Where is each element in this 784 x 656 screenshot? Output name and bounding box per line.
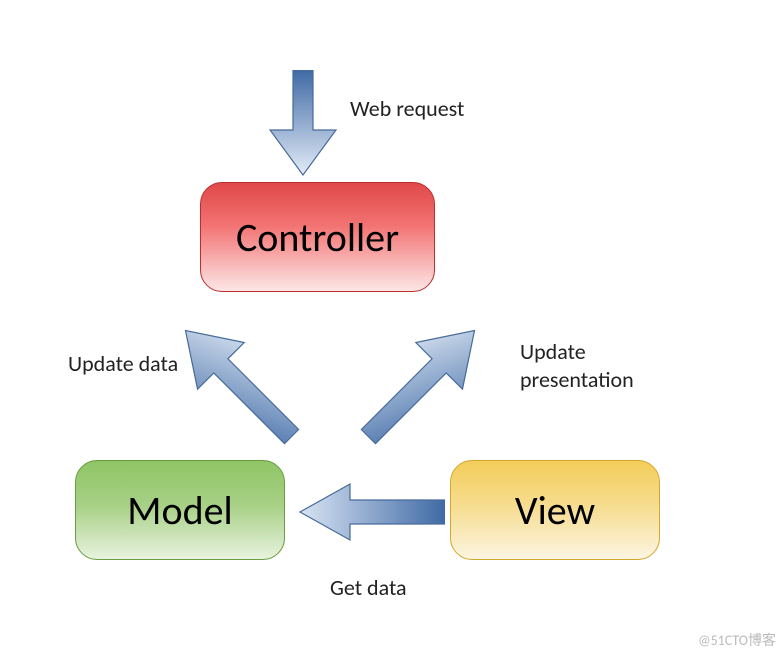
update-presentation-line1: Update <box>520 338 586 365</box>
arrow-update-data-icon <box>160 300 310 460</box>
view-node: View <box>450 460 660 560</box>
model-node: Model <box>75 460 285 560</box>
watermark: @51CTO博客 <box>698 630 776 650</box>
update-data-label: Update data <box>68 350 178 378</box>
view-label: View <box>515 486 595 535</box>
web-request-label: Web request <box>350 95 464 123</box>
update-presentation-line2: presentation <box>520 366 634 393</box>
controller-label: Controller <box>236 213 399 262</box>
controller-node: Controller <box>200 182 435 292</box>
update-presentation-label: Update presentation <box>520 338 634 393</box>
arrow-get-data-icon <box>295 482 445 542</box>
arrow-update-presentation-icon <box>350 300 500 460</box>
model-label: Model <box>127 486 232 535</box>
arrow-web-request-icon <box>268 70 338 180</box>
get-data-label: Get data <box>330 574 407 602</box>
